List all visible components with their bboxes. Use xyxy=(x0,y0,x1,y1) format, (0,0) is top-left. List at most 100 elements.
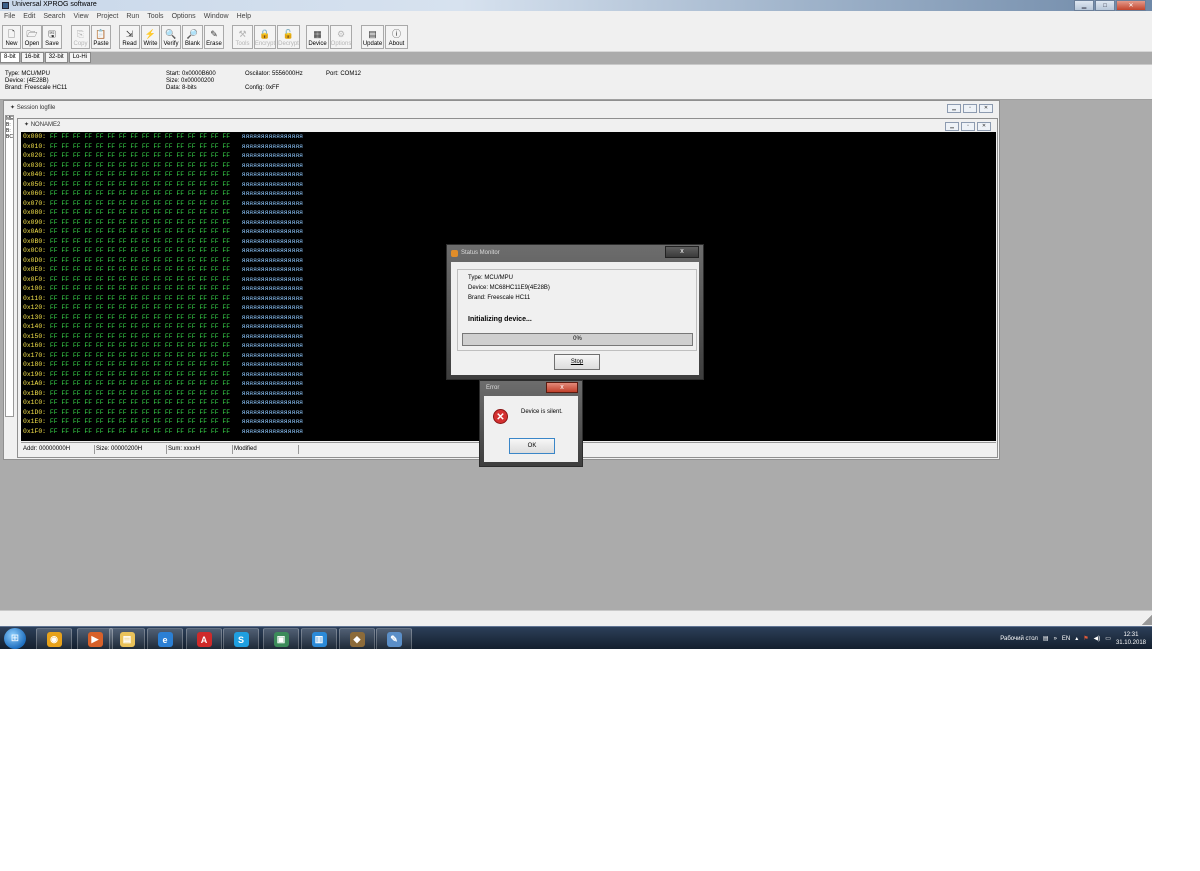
close-icon[interactable]: ✕ xyxy=(1116,0,1146,11)
menu-view[interactable]: View xyxy=(70,11,93,23)
minimize-icon[interactable]: ▁ xyxy=(945,122,959,131)
action-center-icon[interactable]: ⚑ xyxy=(1083,635,1088,642)
close-icon[interactable]: ✕ xyxy=(977,122,991,131)
hex-row[interactable]: 0x0C0: FF FF FF FF FF FF FF FF FF FF FF … xyxy=(23,247,303,255)
close-icon[interactable]: x xyxy=(665,246,699,258)
hex-row[interactable]: 0x1A0: FF FF FF FF FF FF FF FF FF FF FF … xyxy=(23,380,303,388)
close-icon[interactable]: x xyxy=(546,382,578,393)
encrypt-icon: 🔒 xyxy=(259,29,271,39)
update-button[interactable]: ▤ Update xyxy=(361,25,384,49)
menu-project[interactable]: Project xyxy=(93,11,123,23)
hex-row[interactable]: 0x190: FF FF FF FF FF FF FF FF FF FF FF … xyxy=(23,371,303,379)
read-button[interactable]: ⇲ Read xyxy=(119,25,140,49)
hex-row[interactable]: 0x030: FF FF FF FF FF FF FF FF FF FF FF … xyxy=(23,162,303,170)
hex-row[interactable]: 0x070: FF FF FF FF FF FF FF FF FF FF FF … xyxy=(23,200,303,208)
volume-icon[interactable]: ◀) xyxy=(1094,635,1101,642)
minimize-icon[interactable]: ▁ xyxy=(947,104,961,113)
taskbar-app-paint[interactable]: ✎ xyxy=(376,628,412,649)
taskbar-app-chrome[interactable]: ◉ xyxy=(36,628,72,649)
hex-row[interactable]: 0x120: FF FF FF FF FF FF FF FF FF FF FF … xyxy=(23,304,303,312)
hex-row[interactable]: 0x100: FF FF FF FF FF FF FF FF FF FF FF … xyxy=(23,285,303,293)
hex-row[interactable]: 0x080: FF FF FF FF FF FF FF FF FF FF FF … xyxy=(23,209,303,217)
hex-row[interactable]: 0x170: FF FF FF FF FF FF FF FF FF FF FF … xyxy=(23,352,303,360)
menu-options[interactable]: Options xyxy=(168,11,200,23)
window-title-bar[interactable]: Universal XPROG software ▁ □ ✕ xyxy=(0,0,1152,11)
overflow-icon[interactable]: » xyxy=(1054,636,1057,642)
hex-row[interactable]: 0x060: FF FF FF FF FF FF FF FF FF FF FF … xyxy=(23,190,303,198)
tab-16-bit[interactable]: 16-bit xyxy=(20,52,44,63)
taskbar-app-internet-explorer[interactable]: e xyxy=(147,628,183,649)
hex-row[interactable]: 0x090: FF FF FF FF FF FF FF FF FF FF FF … xyxy=(23,219,303,227)
device-button[interactable]: ▦ Device xyxy=(306,25,329,49)
menu-search[interactable]: Search xyxy=(39,11,69,23)
taskbar-app-xprog[interactable]: ◆ xyxy=(339,628,375,649)
start-button[interactable]: ⊞ xyxy=(4,628,26,649)
hex-row[interactable]: 0x150: FF FF FF FF FF FF FF FF FF FF FF … xyxy=(23,333,303,341)
hex-row[interactable]: 0x1C0: FF FF FF FF FF FF FF FF FF FF FF … xyxy=(23,399,303,407)
open-button[interactable]: 🗁 Open xyxy=(22,25,42,49)
paste-button[interactable]: 📋 Paste xyxy=(91,25,111,49)
hex-row[interactable]: 0x0F0: FF FF FF FF FF FF FF FF FF FF FF … xyxy=(23,276,303,284)
stop-button[interactable]: Stop xyxy=(554,354,600,370)
clock[interactable]: 12:31 31.10.2018 xyxy=(1116,631,1146,647)
menu-file[interactable]: File xyxy=(0,11,19,23)
menu-window[interactable]: Window xyxy=(200,11,233,23)
taskbar-app-acrobat[interactable]: A xyxy=(186,628,222,649)
hex-row[interactable]: 0x1F0: FF FF FF FF FF FF FF FF FF FF FF … xyxy=(23,428,303,436)
desktop-toolbar-label[interactable]: Рабочий стол xyxy=(1000,636,1038,642)
tab-8-bit[interactable]: 8-bit xyxy=(0,52,20,63)
hex-row[interactable]: 0x0E0: FF FF FF FF FF FF FF FF FF FF FF … xyxy=(23,266,303,274)
hex-row[interactable]: 0x050: FF FF FF FF FF FF FF FF FF FF FF … xyxy=(23,181,303,189)
hex-row[interactable]: 0x160: FF FF FF FF FF FF FF FF FF FF FF … xyxy=(23,342,303,350)
hex-row[interactable]: 0x1D0: FF FF FF FF FF FF FF FF FF FF FF … xyxy=(23,409,303,417)
write-button[interactable]: ⚡ Write xyxy=(141,25,160,49)
about-button[interactable]: ⓘ About xyxy=(385,25,408,49)
hex-row[interactable]: 0x0A0: FF FF FF FF FF FF FF FF FF FF FF … xyxy=(23,228,303,236)
resize-grip[interactable] xyxy=(1140,611,1152,625)
menu-help[interactable]: Help xyxy=(233,11,255,23)
hex-row[interactable]: 0x130: FF FF FF FF FF FF FF FF FF FF FF … xyxy=(23,314,303,322)
hex-row[interactable]: 0x000: FF FF FF FF FF FF FF FF FF FF FF … xyxy=(23,133,303,141)
close-icon[interactable]: ✕ xyxy=(979,104,993,113)
copy-button[interactable]: ⎘ Copy xyxy=(71,25,90,49)
verify-button[interactable]: 🔍 Verify xyxy=(161,25,181,49)
blank-button[interactable]: 🔎 Blank xyxy=(182,25,203,49)
menu-run[interactable]: Run xyxy=(122,11,143,23)
options-button[interactable]: ⚙ Options xyxy=(330,25,352,49)
hex-row[interactable]: 0x0D0: FF FF FF FF FF FF FF FF FF FF FF … xyxy=(23,257,303,265)
taskbar-app-document-app[interactable]: ▥ xyxy=(301,628,337,649)
restore-icon[interactable]: ▫ xyxy=(963,104,977,113)
menu-tools[interactable]: Tools xyxy=(143,11,167,23)
taskbar-app-skype[interactable]: S xyxy=(223,628,259,649)
network-icon[interactable]: ▭ xyxy=(1105,635,1111,642)
hex-row[interactable]: 0x010: FF FF FF FF FF FF FF FF FF FF FF … xyxy=(23,143,303,151)
decrypt-button[interactable]: 🔓 Decrypt xyxy=(277,25,300,49)
hex-row[interactable]: 0x1B0: FF FF FF FF FF FF FF FF FF FF FF … xyxy=(23,390,303,398)
new-button[interactable]: 🗋 New xyxy=(2,25,21,49)
hex-row[interactable]: 0x0B0: FF FF FF FF FF FF FF FF FF FF FF … xyxy=(23,238,303,246)
language-indicator[interactable]: EN xyxy=(1062,636,1070,642)
minimize-icon[interactable]: ▁ xyxy=(1074,0,1094,11)
taskbar-app-chip-programmer[interactable]: ▣ xyxy=(263,628,299,649)
tray-expand-icon[interactable]: ▴ xyxy=(1075,635,1078,642)
hex-row[interactable]: 0x180: FF FF FF FF FF FF FF FF FF FF FF … xyxy=(23,361,303,369)
taskbar-app-explorer[interactable]: ▤ xyxy=(109,628,145,649)
menu-edit[interactable]: Edit xyxy=(19,11,39,23)
hex-row[interactable]: 0x1E0: FF FF FF FF FF FF FF FF FF FF FF … xyxy=(23,418,303,426)
save-button[interactable]: 🖫 Save xyxy=(42,25,62,49)
taskbar-app-media-player[interactable]: ▶ xyxy=(77,628,113,649)
tab-lo-hi[interactable]: Lo-Hi xyxy=(68,52,92,63)
encrypt-button[interactable]: 🔒 Encrypt xyxy=(254,25,276,49)
hex-row[interactable]: 0x140: FF FF FF FF FF FF FF FF FF FF FF … xyxy=(23,323,303,331)
maximize-icon[interactable]: □ xyxy=(1095,0,1115,11)
tools-button[interactable]: ⚒ Tools xyxy=(232,25,253,49)
hex-row[interactable]: 0x110: FF FF FF FF FF FF FF FF FF FF FF … xyxy=(23,295,303,303)
hex-row[interactable]: 0x020: FF FF FF FF FF FF FF FF FF FF FF … xyxy=(23,152,303,160)
erase-button[interactable]: ✎ Erase xyxy=(204,25,224,49)
session-log-text[interactable]: ME B: B: BC xyxy=(5,115,14,417)
desktop-icon[interactable]: ▤ xyxy=(1043,635,1049,642)
tab-32-bit[interactable]: 32-bit xyxy=(44,52,68,63)
restore-icon[interactable]: ▫ xyxy=(961,122,975,131)
ok-button[interactable]: OK xyxy=(509,438,555,454)
hex-row[interactable]: 0x040: FF FF FF FF FF FF FF FF FF FF FF … xyxy=(23,171,303,179)
